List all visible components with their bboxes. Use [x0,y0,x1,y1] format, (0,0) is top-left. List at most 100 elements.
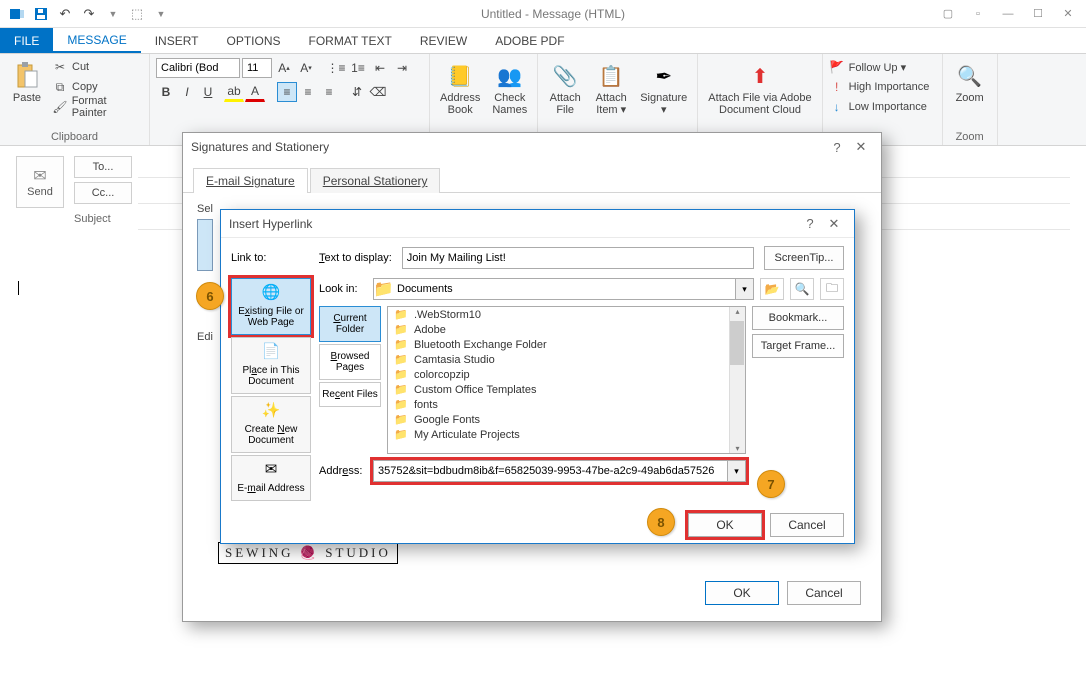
address-input[interactable] [373,460,728,482]
align-right-icon[interactable]: ≡ [319,82,339,102]
signature-button[interactable]: ✒Signature ▾ [636,58,691,129]
linkto-email[interactable]: ✉ E-mail Address [231,455,311,501]
save-icon[interactable] [30,3,52,25]
tab-adobe-pdf[interactable]: ADOBE PDF [481,28,578,53]
file-item[interactable]: 📁Google Fonts [388,412,745,427]
undo-icon[interactable]: ↶ [54,3,76,25]
ribbon-options-icon[interactable]: ▢ [934,3,962,25]
sig-help-icon[interactable]: ? [825,140,849,155]
file-item[interactable]: 📁Adobe [388,322,745,337]
check-names-button[interactable]: 👥Check Names [488,58,531,129]
align-left-icon[interactable]: ≡ [277,82,297,102]
scroll-thumb[interactable] [730,321,744,365]
low-importance-button[interactable]: ↓Low Importance [829,98,930,116]
file-item[interactable]: 📁Custom Office Templates [388,382,745,397]
tab-file[interactable]: FILE [0,28,53,53]
browse-file-icon[interactable]: 🗀 [820,278,844,300]
bullets-icon[interactable]: ⋮≡ [326,58,346,78]
high-importance-label: High Importance [849,81,930,93]
tab-format-text[interactable]: FORMAT TEXT [295,28,406,53]
attach-item-button[interactable]: 📋Attach Item ▾ [590,58,632,129]
minimize-icon[interactable]: — [994,3,1022,25]
lookin-input[interactable] [393,278,736,300]
redo-icon[interactable]: ↷ [78,3,100,25]
signature-icon: ✒ [648,60,680,92]
file-item[interactable]: 📁fonts [388,397,745,412]
clear-format-icon[interactable]: ⌫ [368,82,388,102]
zoom-button[interactable]: 🔍Zoom [949,58,991,129]
text-display-input[interactable] [402,247,754,269]
file-name: Camtasia Studio [414,354,495,366]
tab-personal-stationery[interactable]: Personal Stationery [310,168,441,193]
outdent-icon[interactable]: ⇤ [370,58,390,78]
file-item[interactable]: 📁.WebStorm10 [388,307,745,322]
address-book-button[interactable]: 📒Address Book [436,58,484,129]
send-button[interactable]: ✉ Send [16,156,64,208]
cc-button[interactable]: Cc... [74,182,132,204]
address-book-icon: 📒 [444,60,476,92]
linkto-existing-file[interactable]: 🌐 Existing File or Web Page [231,278,311,335]
browsed-pages-tab[interactable]: Browsed Pages [319,344,381,380]
close-icon[interactable]: ✕ [1054,3,1082,25]
hlink-close-icon[interactable]: ✕ [822,216,846,232]
follow-up-button[interactable]: 🚩Follow Up ▾ [829,58,930,76]
high-importance-button[interactable]: !High Importance [829,78,930,96]
italic-button[interactable]: I [177,82,197,102]
recent-files-tab[interactable]: Recent Files [319,382,381,407]
tab-review[interactable]: REVIEW [406,28,481,53]
hlink-help-icon[interactable]: ? [798,216,822,231]
font-name-input[interactable] [156,58,240,78]
font-color-icon[interactable]: A [245,82,265,102]
indent-icon[interactable]: ⇥ [392,58,412,78]
browse-web-icon[interactable]: 🔍 [790,278,814,300]
sig-close-icon[interactable]: ✕ [849,139,873,155]
align-center-icon[interactable]: ≡ [298,82,318,102]
attach-file-button[interactable]: 📎Attach File [544,58,586,129]
touch-mode-icon[interactable]: ⬚ [126,3,148,25]
hlink-cancel-button[interactable]: Cancel [770,513,844,537]
current-folder-tab[interactable]: Current Folder [319,306,381,342]
sig-list[interactable] [197,219,213,271]
tab-options[interactable]: OPTIONS [213,28,295,53]
lookin-dropdown[interactable]: ▾ [736,278,754,300]
hlink-ok-button[interactable]: OK [688,513,762,537]
underline-button[interactable]: U [198,82,218,102]
file-item[interactable]: 📁Bluetooth Exchange Folder [388,337,745,352]
bold-button[interactable]: B [156,82,176,102]
cut-button[interactable]: ✂Cut [52,58,143,76]
up-folder-icon[interactable]: 📂 [760,278,784,300]
file-item[interactable]: 📁colorcopzip [388,367,745,382]
qa-more-icon[interactable]: ▼ [102,3,124,25]
tab-message[interactable]: MESSAGE [53,28,140,53]
format-painter-button[interactable]: 🖌Format Painter [52,98,143,116]
to-button[interactable]: To... [74,156,132,178]
qa-dropdown-icon[interactable]: ▼ [150,3,172,25]
highlight-icon[interactable]: ab [224,82,244,102]
tab-email-signature[interactable]: E-mail Signature [193,168,308,193]
grow-font-icon[interactable]: A▴ [274,58,294,78]
numbering-icon[interactable]: 1≡ [348,58,368,78]
maximize-icon[interactable]: ☐ [1024,3,1052,25]
target-frame-button[interactable]: Target Frame... [752,334,844,358]
file-item[interactable]: 📁Camtasia Studio [388,352,745,367]
linkto-new-document[interactable]: ✨ Create New Document [231,396,311,453]
adobe-label: Attach File via Adobe Document Cloud [708,92,811,116]
address-dropdown[interactable]: ▾ [728,460,746,482]
linkto-place-in-doc[interactable]: 📄 Place in This Document [231,337,311,394]
bookmark-button[interactable]: Bookmark... [752,306,844,330]
line-spacing-icon[interactable]: ⇵ [347,82,367,102]
scrollbar[interactable]: ▴ ▾ [729,307,745,453]
file-item[interactable]: 📁My Articulate Projects [388,427,745,442]
sig-cancel-button[interactable]: Cancel [787,581,861,605]
paste-icon [11,60,43,92]
copy-button[interactable]: ⧉Copy [52,78,143,96]
file-list[interactable]: 📁.WebStorm10📁Adobe📁Bluetooth Exchange Fo… [387,306,746,454]
adobe-attach-button[interactable]: ⬆Attach File via Adobe Document Cloud [704,58,815,129]
shrink-font-icon[interactable]: A▾ [296,58,316,78]
font-size-input[interactable] [242,58,272,78]
paste-button[interactable]: Paste [6,58,48,129]
screentip-button[interactable]: ScreenTip... [764,246,844,270]
sig-ok-button[interactable]: OK [705,581,779,605]
help-icon[interactable]: ▫ [964,3,992,25]
tab-insert[interactable]: INSERT [141,28,213,53]
